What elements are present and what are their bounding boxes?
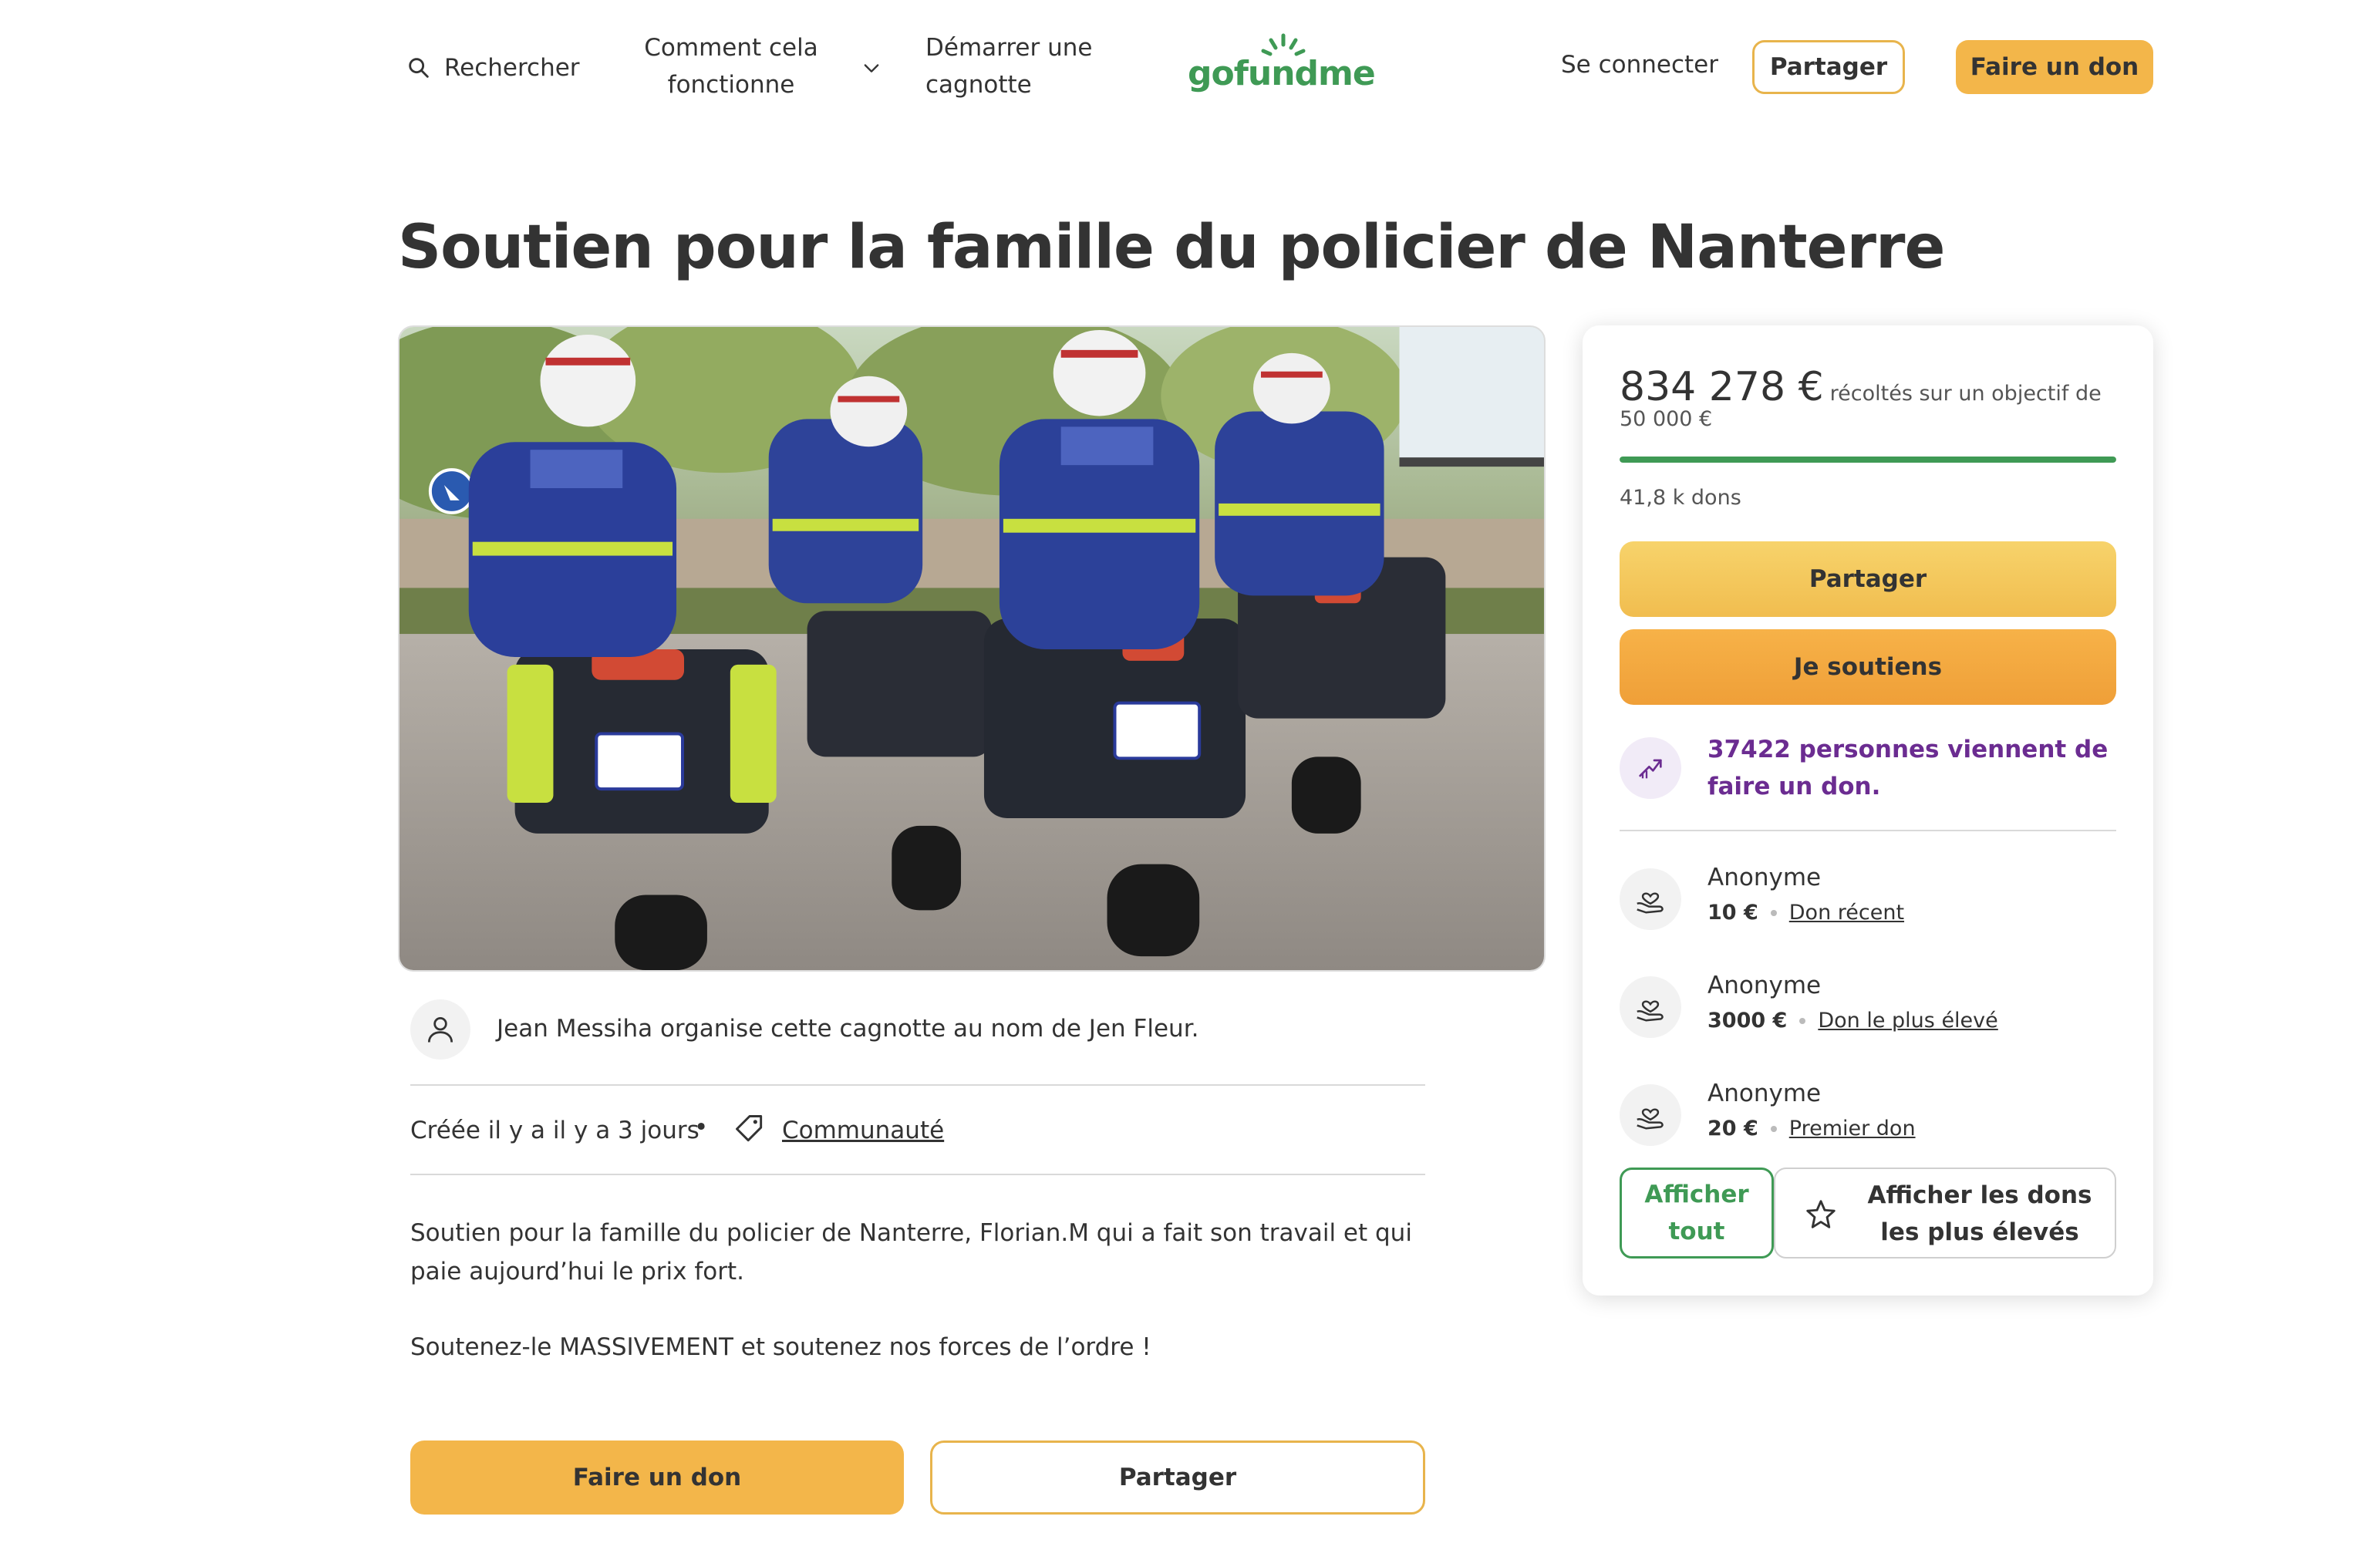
description-paragraph: Soutien pour la famille du policier de N… (410, 1219, 1412, 1285)
donor-details: 20 € Premier don (1707, 1117, 1916, 1141)
dot-separator (1770, 909, 1777, 916)
see-top-donations-button[interactable]: Afficher les dons les plus élevés (1774, 1168, 2116, 1259)
support-button[interactable]: Je soutiens (1620, 629, 2116, 705)
tag-icon (736, 1115, 763, 1142)
donor-details: 10 € Don récent (1707, 901, 1904, 925)
raised-amount: 834 278 € (1620, 364, 1824, 410)
donor-tag-link[interactable]: Don le plus élevé (1818, 1009, 1997, 1033)
donor-avatar (1620, 868, 1681, 930)
donor-avatar (1620, 976, 1681, 1038)
header-donate-button[interactable]: Faire un don (1956, 40, 2153, 94)
organizer-text: Jean Messiha organise cette cagnotte au … (497, 1015, 1199, 1043)
login-link[interactable]: Se connecter (1561, 51, 1718, 79)
raised-suffix: récoltés sur un objectif de (1829, 382, 2102, 406)
donor-name: Anonyme (1707, 972, 1822, 999)
see-all-button[interactable]: Afficher tout (1620, 1168, 1774, 1259)
donor-name: Anonyme (1707, 1080, 1822, 1107)
donor-item: Anonyme 20 € Premier don (1620, 1077, 2116, 1154)
how-it-works-menu[interactable]: Comment cela fonctionne (637, 29, 825, 103)
description-paragraph: Soutenez-le MASSIVEMENT et soutenez nos … (410, 1333, 1151, 1361)
donor-tag-link[interactable]: Premier don (1789, 1117, 1916, 1141)
gofundme-logo[interactable]: gofundme (1188, 32, 1376, 102)
donor-name: Anonyme (1707, 864, 1822, 891)
divider (410, 1174, 1425, 1175)
chevron-down-icon[interactable] (861, 57, 882, 79)
header-share-button[interactable]: Partager (1752, 40, 1905, 94)
search-icon (409, 58, 429, 78)
user-icon (427, 1016, 453, 1043)
donor-amount: 20 € (1707, 1117, 1758, 1141)
star-icon (1806, 1200, 1836, 1228)
organizer-avatar (410, 999, 470, 1060)
donor-amount: 3000 € (1707, 1009, 1788, 1033)
heart-hand-icon (1637, 1108, 1664, 1130)
progress-bar (1620, 457, 2116, 463)
campaign-photo (398, 325, 1546, 972)
donor-amount: 10 € (1707, 901, 1758, 925)
donor-avatar (1620, 1084, 1681, 1146)
search-label: Rechercher (444, 54, 580, 82)
donate-button[interactable]: Faire un don (410, 1440, 904, 1515)
police-motorcycles-photo (399, 327, 1544, 970)
card-share-button[interactable]: Partager (1620, 541, 2116, 617)
share-button[interactable]: Partager (930, 1440, 1425, 1515)
progress-fill (1620, 457, 2116, 463)
recent-activity: 37422 personnes viennent de faire un don… (1707, 736, 2109, 800)
donation-card: 834 278 € récoltés sur un objectif de 50 … (1583, 325, 2153, 1296)
see-top-donations-label: Afficher les dons les plus élevés (1867, 1181, 2092, 1246)
start-campaign-link[interactable]: Démarrer une cagnotte (925, 29, 1111, 103)
divider (410, 1084, 1425, 1086)
goal-amount: 50 000 € (1620, 407, 1713, 431)
donation-count: 41,8 k dons (1620, 486, 1741, 510)
meta-separator: • (694, 1114, 709, 1141)
donor-item: Anonyme 3000 € Don le plus élevé (1620, 969, 2116, 1046)
trending-up-icon (1639, 759, 1662, 779)
donor-tag-link[interactable]: Don récent (1789, 901, 1904, 925)
trending-icon-wrapper (1620, 737, 1681, 799)
category-link[interactable]: Communauté (782, 1117, 944, 1144)
raised-summary: 834 278 € récoltés sur un objectif de (1620, 364, 2102, 410)
search-button[interactable]: Rechercher (406, 48, 580, 88)
campaign-description: Soutien pour la famille du policier de N… (410, 1214, 1428, 1403)
donor-item: Anonyme 10 € Don récent (1620, 861, 2116, 938)
campaign-title: Soutien pour la famille du policier de N… (398, 213, 1945, 282)
heart-hand-icon (1637, 892, 1664, 914)
heart-hand-icon (1637, 1000, 1664, 1022)
donor-details: 3000 € Don le plus élevé (1707, 1009, 1998, 1033)
dot-separator (1770, 1125, 1777, 1132)
logo-text: gofundme (1188, 54, 1376, 93)
created-date: Créée il y a il y a 3 jours (410, 1117, 700, 1144)
dot-separator (1799, 1017, 1806, 1024)
divider (1620, 830, 2116, 831)
